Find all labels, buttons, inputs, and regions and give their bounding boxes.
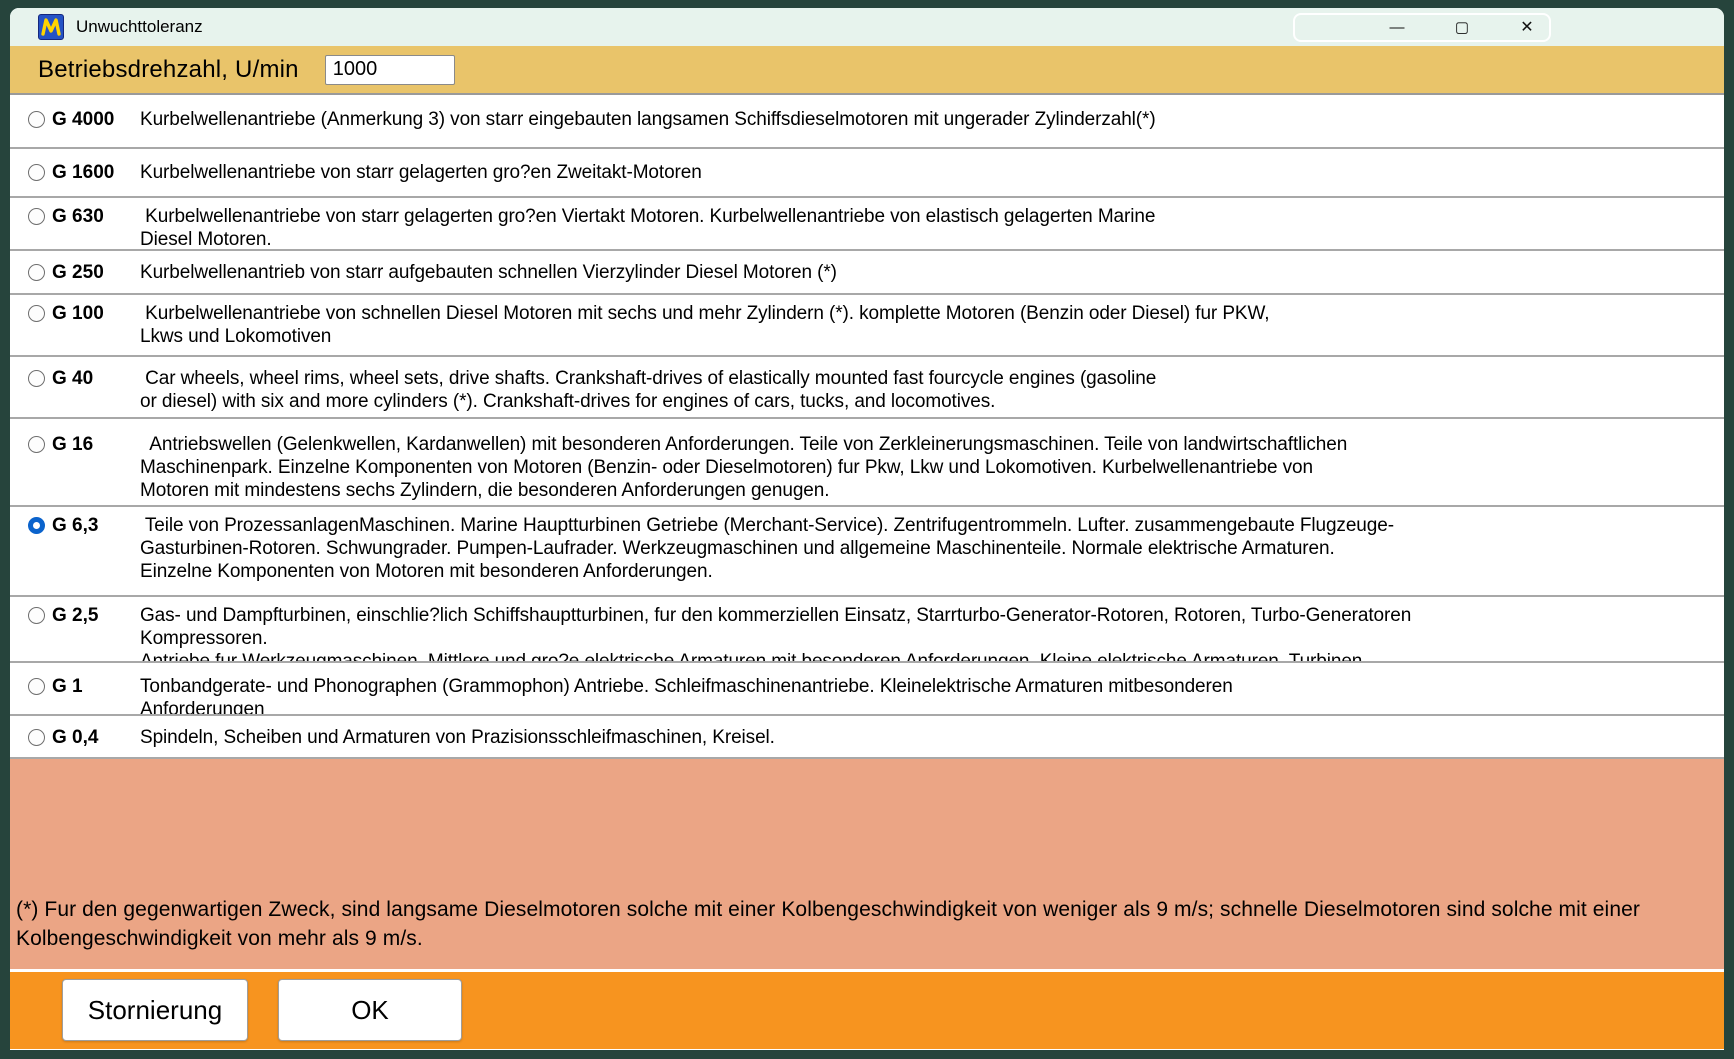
- title-bar: Unwuchttoleranz — ▢ ✕: [10, 8, 1724, 46]
- grade-radio[interactable]: [28, 164, 45, 181]
- grade-row-g-100[interactable]: G 100 Kurbelwellenantriebe von schnellen…: [10, 295, 1724, 357]
- grade-description: Teile von ProzessanlagenMaschinen. Marin…: [140, 507, 1716, 583]
- grade-row-g-630[interactable]: G 630 Kurbelwellenantriebe von starr gel…: [10, 198, 1724, 251]
- grade-row-g-2-5[interactable]: G 2,5 Gas- und Dampfturbinen, einschlie?l…: [10, 597, 1724, 663]
- grade-description: Spindeln, Scheiben und Armaturen von Pra…: [140, 716, 1716, 749]
- speed-input[interactable]: [325, 55, 455, 85]
- grade-radio[interactable]: [28, 305, 45, 322]
- grade-label: G 0,4: [52, 727, 98, 749]
- window-title: Unwuchttoleranz: [76, 17, 203, 37]
- unwuchttoleranz-dialog: Unwuchttoleranz — ▢ ✕ Betriebsdrehzahl, …: [10, 8, 1724, 1050]
- grade-row-g-250[interactable]: G 250 Kurbelwellenantrieb von starr aufge…: [10, 251, 1724, 295]
- grade-description: Kurbelwellenantriebe (Anmerkung 3) von s…: [140, 95, 1716, 131]
- grade-description: Tonbandgerate- und Phonographen (Grammop…: [140, 663, 1716, 716]
- grade-row-g-1600[interactable]: G 1600 Kurbelwellenantriebe von starr gel…: [10, 149, 1724, 198]
- grade-description: Kurbelwellenantriebe von starr gelagerte…: [140, 149, 1716, 184]
- grade-description: Antriebswellen (Gelenkwellen, Kardanwell…: [140, 419, 1716, 502]
- grade-label: G 630: [52, 206, 104, 228]
- grade-radio[interactable]: [28, 436, 45, 453]
- grade-label: G 1: [52, 676, 83, 698]
- grade-radio[interactable]: [28, 607, 45, 624]
- grade-label: G 2,5: [52, 605, 98, 627]
- speed-label: Betriebsdrehzahl, U/min: [38, 56, 299, 84]
- grade-row-g-6-3[interactable]: G 6,3 Teile von ProzessanlagenMaschinen.…: [10, 507, 1724, 597]
- grade-label: G 100: [52, 303, 104, 325]
- wave-logo-icon: [41, 18, 61, 36]
- grade-radio-selected[interactable]: [28, 517, 45, 534]
- ok-button[interactable]: OK: [278, 979, 462, 1041]
- grade-radio[interactable]: [28, 264, 45, 281]
- grade-row-g-40[interactable]: G 40 Car wheels, wheel rims, wheel sets,…: [10, 357, 1724, 419]
- tolerance-grade-list: G 4000 Kurbelwellenantriebe (Anmerkung 3)…: [10, 95, 1724, 759]
- close-button[interactable]: ✕: [1512, 14, 1542, 40]
- grade-radio[interactable]: [28, 729, 45, 746]
- cancel-button[interactable]: Stornierung: [62, 979, 248, 1041]
- grade-row-g-4000[interactable]: G 4000 Kurbelwellenantriebe (Anmerkung 3)…: [10, 95, 1724, 149]
- grade-label: G 4000: [52, 109, 114, 131]
- grade-radio[interactable]: [28, 678, 45, 695]
- grade-description: Kurbelwellenantrieb von starr aufgebaute…: [140, 251, 1716, 284]
- grade-description: Kurbelwellenantriebe von schnellen Diese…: [140, 295, 1716, 348]
- grade-label: G 1600: [52, 162, 114, 184]
- grade-description: Kurbelwellenantriebe von starr gelagerte…: [140, 198, 1716, 251]
- footnote-panel: (*) Fur den gegenwartigen Zweck, sind la…: [10, 759, 1724, 972]
- grade-label: G 16: [52, 434, 93, 456]
- grade-description: Car wheels, wheel rims, wheel sets, driv…: [140, 357, 1716, 413]
- action-bar: Stornierung OK: [10, 972, 1724, 1049]
- footnote-text: (*) Fur den gegenwartigen Zweck, sind la…: [10, 759, 1724, 953]
- grade-row-g-16[interactable]: G 16 Antriebswellen (Gelenkwellen, Karda…: [10, 419, 1724, 507]
- grade-label: G 6,3: [52, 515, 98, 537]
- app-icon: [38, 14, 64, 40]
- grade-description: Gas- und Dampfturbinen, einschlie?lich S…: [140, 597, 1716, 663]
- maximize-button[interactable]: ▢: [1447, 14, 1477, 40]
- grade-row-g-0-4[interactable]: G 0,4 Spindeln, Scheiben und Armaturen vo…: [10, 716, 1724, 759]
- speed-header-bar: Betriebsdrehzahl, U/min: [10, 46, 1724, 95]
- grade-label: G 250: [52, 262, 104, 284]
- grade-radio[interactable]: [28, 208, 45, 225]
- grade-radio[interactable]: [28, 111, 45, 128]
- minimize-button[interactable]: —: [1382, 14, 1412, 40]
- grade-radio[interactable]: [28, 370, 45, 387]
- desktop-background: { "window": { "title": "Unwuchttoleranz"…: [0, 0, 1734, 1059]
- grade-row-g-1[interactable]: G 1 Tonbandgerate- und Phonographen (Gram…: [10, 663, 1724, 716]
- grade-label: G 40: [52, 368, 93, 390]
